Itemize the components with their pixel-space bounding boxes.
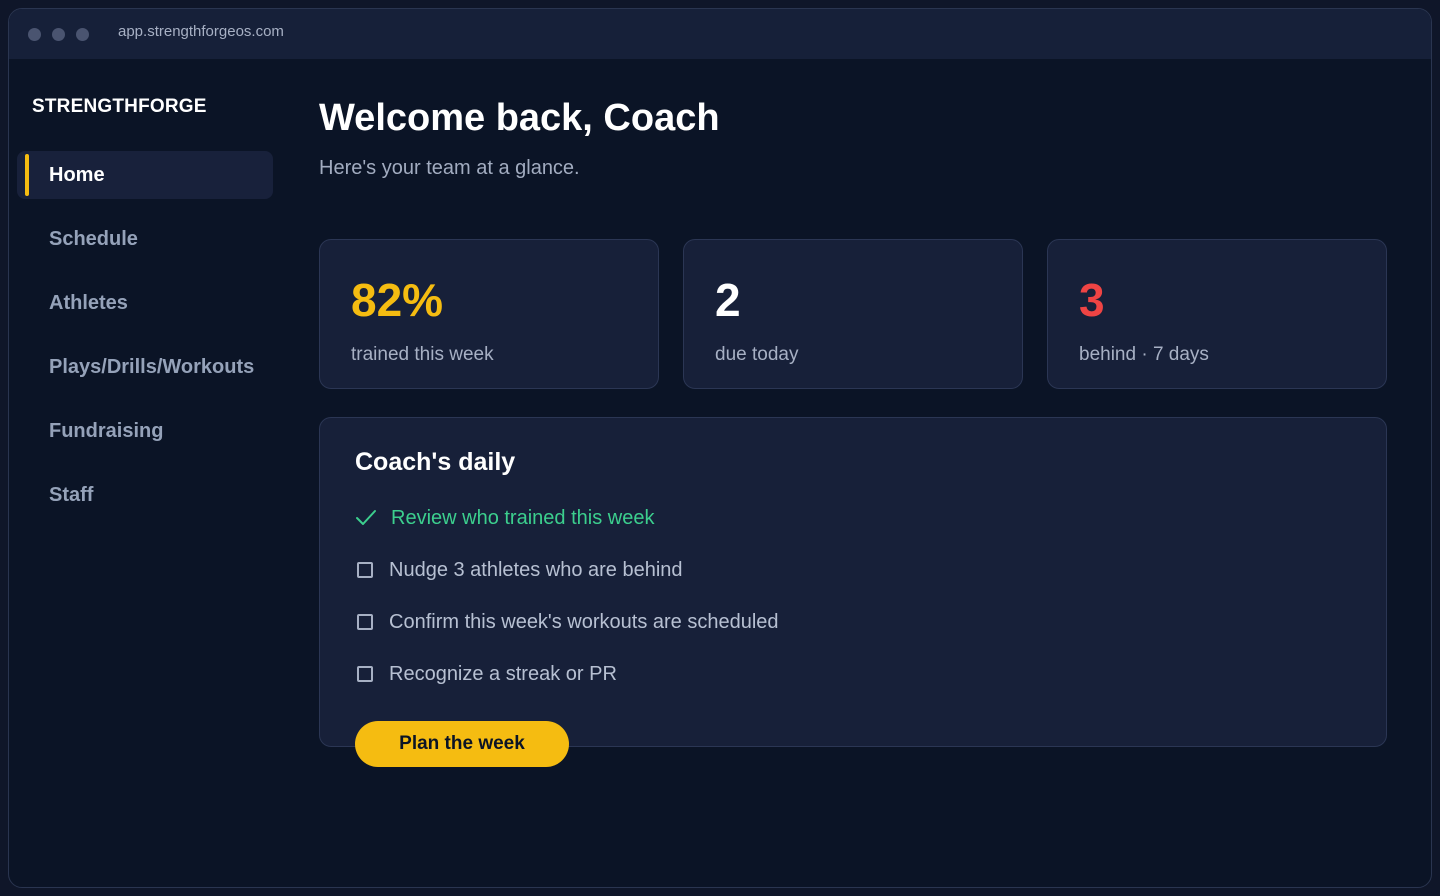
stat-label-trained: trained this week bbox=[351, 344, 494, 365]
stat-card-due-today: 2 due today bbox=[683, 239, 1023, 389]
coach-daily-title: Coach's daily bbox=[355, 448, 516, 476]
task-label: Nudge 3 athletes who are behind bbox=[389, 558, 683, 581]
task-item-recognize-streak[interactable]: Recognize a streak or PR bbox=[355, 659, 1055, 689]
sidebar-item-plays-drills-workouts[interactable]: Plays/Drills/Workouts bbox=[17, 343, 273, 391]
brand-logo: STRENGTHFORGE bbox=[32, 96, 207, 117]
stat-value-due-today: 2 bbox=[715, 274, 741, 326]
window-maximize-dot[interactable] bbox=[76, 28, 89, 41]
stat-card-trained: 82% trained this week bbox=[319, 239, 659, 389]
task-item-review-trained[interactable]: Review who trained this week bbox=[355, 503, 1055, 533]
browser-titlebar: app.strengthforgeos.com bbox=[9, 9, 1431, 59]
app-window: app.strengthforgeos.com STRENGTHFORGE Ho… bbox=[8, 8, 1432, 888]
window-minimize-dot[interactable] bbox=[52, 28, 65, 41]
sidebar-item-fundraising[interactable]: Fundraising bbox=[17, 407, 273, 455]
checkbox-icon[interactable] bbox=[357, 614, 373, 630]
sidebar-item-home[interactable]: Home bbox=[17, 151, 273, 199]
coach-daily-panel: Coach's daily Review who trained this we… bbox=[319, 417, 1387, 747]
stat-label-behind: behind · 7 days bbox=[1079, 344, 1209, 365]
stat-value-trained: 82% bbox=[351, 274, 444, 326]
sidebar-item-schedule[interactable]: Schedule bbox=[17, 215, 273, 263]
stat-label-due-today: due today bbox=[715, 344, 799, 365]
page-subtitle: Here's your team at a glance. bbox=[319, 157, 580, 179]
sidebar-item-staff[interactable]: Staff bbox=[17, 471, 273, 519]
task-label: Recognize a streak or PR bbox=[389, 662, 617, 685]
checkbox-icon[interactable] bbox=[357, 666, 373, 682]
checkmark-icon[interactable] bbox=[355, 507, 377, 529]
task-item-confirm-workouts[interactable]: Confirm this week's workouts are schedul… bbox=[355, 607, 1055, 637]
stat-card-behind: 3 behind · 7 days bbox=[1047, 239, 1387, 389]
task-label: Review who trained this week bbox=[391, 506, 655, 529]
task-item-nudge-athletes[interactable]: Nudge 3 athletes who are behind bbox=[355, 555, 1055, 585]
plan-the-week-button[interactable]: Plan the week bbox=[355, 721, 569, 767]
window-close-dot[interactable] bbox=[28, 28, 41, 41]
stat-value-behind: 3 bbox=[1079, 274, 1105, 326]
address-bar-url[interactable]: app.strengthforgeos.com bbox=[118, 23, 284, 40]
page-title: Welcome back, Coach bbox=[319, 97, 720, 139]
checkbox-icon[interactable] bbox=[357, 562, 373, 578]
sidebar-item-athletes[interactable]: Athletes bbox=[17, 279, 273, 327]
task-label: Confirm this week's workouts are schedul… bbox=[389, 610, 779, 633]
